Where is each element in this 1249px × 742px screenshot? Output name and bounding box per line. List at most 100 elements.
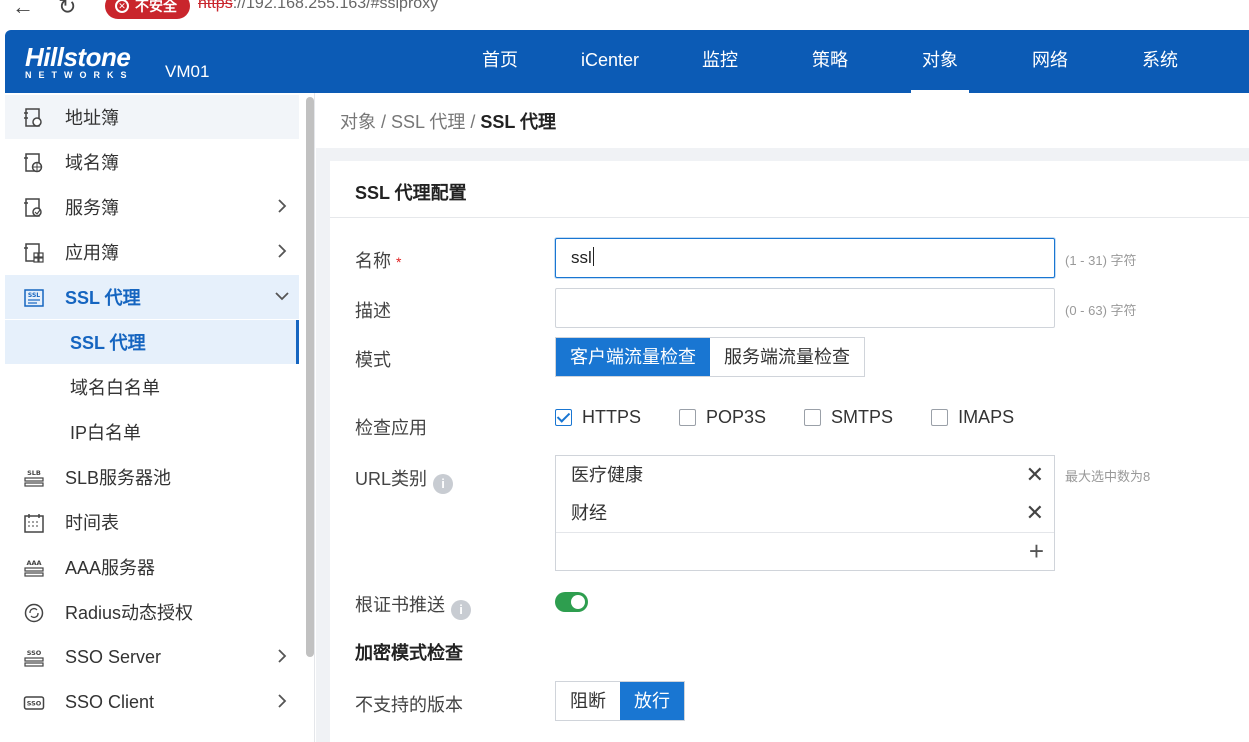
check-apps-label: 检查应用	[355, 418, 427, 438]
mode-label: 模式	[355, 350, 391, 370]
sidebar-item-label: 地址簿	[65, 108, 119, 128]
toggle-knob	[571, 595, 585, 609]
main-content: 对象 / SSL 代理 / SSL 代理 SSL 代理配置 名称 * ssl (…	[316, 93, 1249, 742]
sidebar-item-radius-auth[interactable]: Radius动态授权	[5, 590, 299, 634]
app-book-icon	[24, 243, 44, 263]
nav-icenter[interactable]: iCenter	[555, 30, 665, 93]
check-label: SMTPS	[831, 407, 894, 427]
breadcrumb: 对象 / SSL 代理 / SSL 代理	[340, 108, 556, 134]
check-label: IMAPS	[958, 407, 1015, 427]
check-imaps[interactable]: IMAPS	[931, 407, 1014, 428]
allow-option[interactable]: 放行	[620, 682, 684, 720]
svg-text:SSL: SSL	[28, 292, 40, 299]
check-https[interactable]: HTTPS	[555, 407, 641, 428]
chevron-right-icon	[278, 244, 287, 258]
sidebar-item-label: SSO Server	[65, 646, 162, 667]
sidebar-item-label: 服务簿	[65, 198, 119, 218]
brand-logo[interactable]: Hillstone NETWORKS	[25, 42, 134, 80]
calendar-icon	[24, 514, 44, 533]
plus-icon[interactable]: +	[1029, 536, 1044, 567]
name-hint: (1 - 31) 字符	[1065, 253, 1137, 268]
url-rest: ://192.168.255.163/#sslproxy	[232, 0, 439, 12]
check-smtps[interactable]: SMTPS	[804, 407, 893, 428]
security-chip[interactable]: ✕ 不安全	[105, 0, 190, 19]
form-title: SSL 代理配置	[355, 183, 467, 203]
address-book-icon	[24, 108, 42, 127]
svg-text:SLB: SLB	[27, 469, 41, 477]
nav-network[interactable]: 网络	[995, 30, 1105, 93]
brand-sub: NETWORKS	[25, 70, 134, 80]
ssl-icon: SSL	[24, 289, 44, 307]
sidebar-item-domain-book[interactable]: 域名簿	[5, 140, 299, 184]
nav-object[interactable]: 对象	[885, 30, 995, 93]
slb-icon: SLB	[24, 469, 44, 487]
sidebar-item-ssl-proxy-group[interactable]: SSL SSL 代理	[5, 275, 299, 319]
url-category-item: 财经 ✕	[556, 494, 1054, 532]
description-input[interactable]	[555, 288, 1055, 328]
sidebar-item-app-book[interactable]: 应用簿	[5, 230, 299, 274]
unsupported-version-label: 不支持的版本	[355, 695, 463, 715]
url-category-hint: 最大选中数为8	[1065, 469, 1151, 484]
svg-text:SSO: SSO	[27, 649, 42, 657]
nav-policy[interactable]: 策略	[775, 30, 885, 93]
sidebar-item-ip-whitelist[interactable]: IP白名单	[5, 410, 299, 454]
root-cert-push-toggle[interactable]	[555, 592, 588, 612]
sidebar-item-label: 域名簿	[65, 153, 119, 173]
mode-server-option[interactable]: 服务端流量检查	[710, 338, 864, 376]
sidebar-scrollbar[interactable]	[306, 97, 314, 657]
root-cert-push-label: 根证书推送 i	[355, 591, 471, 620]
checkbox[interactable]	[804, 409, 822, 426]
top-header: Hillstone NETWORKS VM01 首页 iCenter 监控 策略…	[5, 30, 1249, 93]
info-icon[interactable]: i	[433, 474, 454, 494]
sidebar-item-label: 域名白名单	[70, 378, 160, 398]
check-pop3s[interactable]: POP3S	[679, 407, 766, 428]
name-input[interactable]: ssl	[555, 238, 1055, 278]
name-label: 名称 *	[355, 251, 402, 271]
checkbox-checked[interactable]	[555, 409, 572, 426]
nav-home[interactable]: 首页	[445, 30, 555, 93]
nav-system[interactable]: 系统	[1105, 30, 1215, 93]
sidebar-item-sso-client[interactable]: SSO SSO Client	[5, 680, 299, 724]
reload-icon[interactable]: ↻	[58, 0, 76, 20]
domain-book-icon	[24, 153, 43, 173]
checkbox[interactable]	[931, 409, 949, 426]
mode-client-option[interactable]: 客户端流量检查	[556, 338, 710, 376]
divider	[330, 217, 1249, 218]
sidebar-item-label: AAA服务器	[65, 558, 156, 578]
sidebar-item-domain-whitelist[interactable]: 域名白名单	[5, 365, 299, 409]
sidebar: 地址簿 域名簿 服务簿 应用簿 SSL SSL 代理 SSL 代理 域名白名单 …	[5, 93, 315, 742]
sidebar-item-slb-pool[interactable]: SLB SLB服务器池	[5, 455, 299, 499]
sidebar-item-address-book[interactable]: 地址簿	[5, 95, 299, 139]
breadcrumb-path[interactable]: 对象 / SSL 代理 /	[340, 112, 480, 132]
chevron-right-icon	[278, 649, 287, 663]
url-text[interactable]: https://192.168.255.163/#sslproxy	[198, 0, 438, 13]
description-label: 描述	[355, 301, 391, 321]
browser-bar: ← ↻ ✕ 不安全 https://192.168.255.163/#sslpr…	[0, 0, 1249, 30]
sidebar-item-label: SSO Client	[65, 691, 155, 712]
sidebar-item-sso-server[interactable]: SSO SSO Server	[5, 635, 299, 679]
info-icon[interactable]: i	[451, 600, 471, 620]
sidebar-item-aaa-server[interactable]: AAA AAA服务器	[5, 545, 299, 589]
unsupported-version-segmented: 阻断 放行	[555, 681, 685, 721]
url-category-add-row[interactable]: +	[556, 532, 1054, 570]
device-name: VM01	[165, 62, 210, 81]
sidebar-item-service-book[interactable]: 服务簿	[5, 185, 299, 229]
close-icon[interactable]: ✕	[1026, 456, 1044, 494]
text-caret	[592, 247, 594, 266]
chevron-right-icon	[278, 694, 287, 708]
svg-text:AAA: AAA	[26, 559, 41, 567]
ssl-proxy-form: SSL 代理配置 名称 * ssl (1 - 31) 字符 描述 (0 - 63…	[330, 161, 1249, 742]
sidebar-item-label: SSL 代理	[70, 333, 146, 353]
sso-server-icon: SSO	[24, 649, 44, 667]
close-icon[interactable]: ✕	[1026, 494, 1044, 532]
mode-segmented: 客户端流量检查 服务端流量检查	[555, 337, 865, 377]
breadcrumb-current: SSL 代理	[480, 112, 557, 132]
block-option[interactable]: 阻断	[556, 682, 620, 720]
checkbox[interactable]	[679, 409, 697, 426]
arrow-left-icon[interactable]: ←	[12, 0, 34, 20]
nav-monitor[interactable]: 监控	[665, 30, 775, 93]
url-category-list: 医疗健康 ✕ 财经 ✕ +	[555, 455, 1055, 571]
sidebar-item-label: SLB服务器池	[65, 468, 172, 488]
sidebar-item-ssl-proxy[interactable]: SSL 代理	[5, 320, 299, 364]
sidebar-item-schedule[interactable]: 时间表	[5, 500, 299, 544]
